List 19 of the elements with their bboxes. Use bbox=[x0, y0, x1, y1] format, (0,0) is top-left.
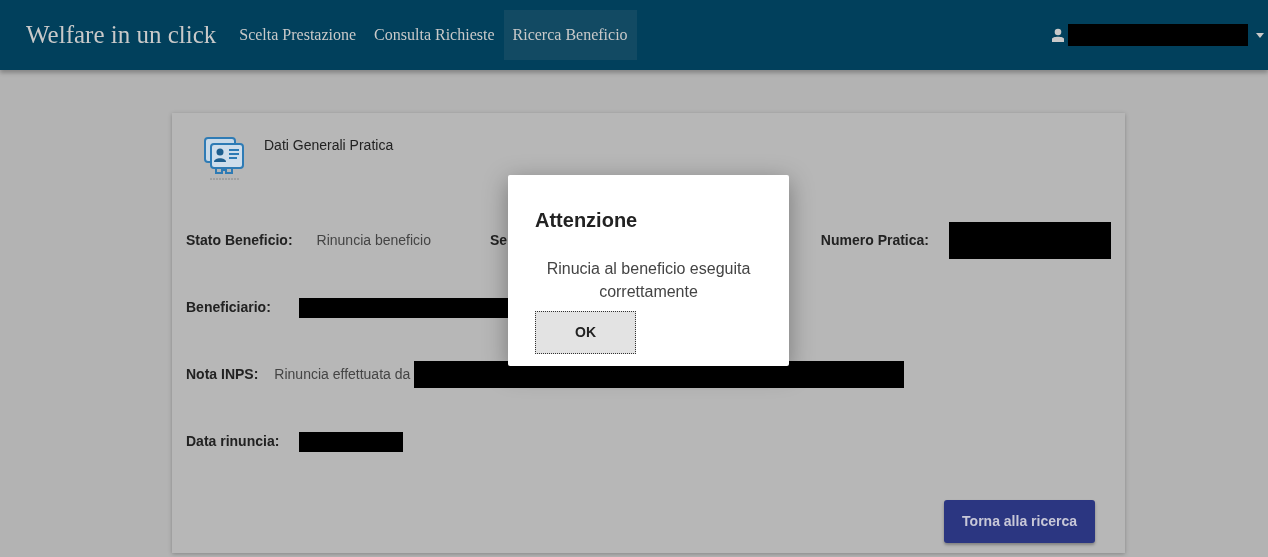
caret-icon[interactable] bbox=[1256, 32, 1264, 38]
field-label: Se bbox=[490, 231, 508, 250]
field-value: Rinuncia beneficio bbox=[316, 231, 431, 250]
app-title[interactable]: Welfare in un click bbox=[26, 16, 217, 54]
field-label: Data rinuncia: bbox=[186, 432, 281, 451]
user-icon bbox=[1052, 28, 1064, 42]
field-label: Beneficiario: bbox=[186, 298, 272, 317]
field-label: Nota INPS: bbox=[186, 365, 259, 384]
back-to-search-button[interactable]: Torna alla ricerca bbox=[944, 500, 1095, 543]
field-label: Numero Pratica: bbox=[820, 231, 929, 250]
nav-link-item[interactable]: Ricerca Beneficio bbox=[503, 10, 637, 60]
section-title: Dati Generali Pratica bbox=[264, 136, 394, 155]
dialog-title: Attenzione bbox=[535, 208, 639, 233]
nav-link-item[interactable]: Consulta Richieste bbox=[365, 10, 504, 60]
dialog-message: Rinucia al beneficio eseguita correttamente bbox=[545, 259, 752, 303]
ok-button[interactable]: OK bbox=[535, 311, 636, 355]
field-value: Rinuncia effettuata da bbox=[274, 365, 411, 384]
nav-link-item[interactable]: Scelta Prestazione bbox=[230, 10, 366, 60]
field-label: Stato Beneficio: bbox=[186, 231, 293, 250]
